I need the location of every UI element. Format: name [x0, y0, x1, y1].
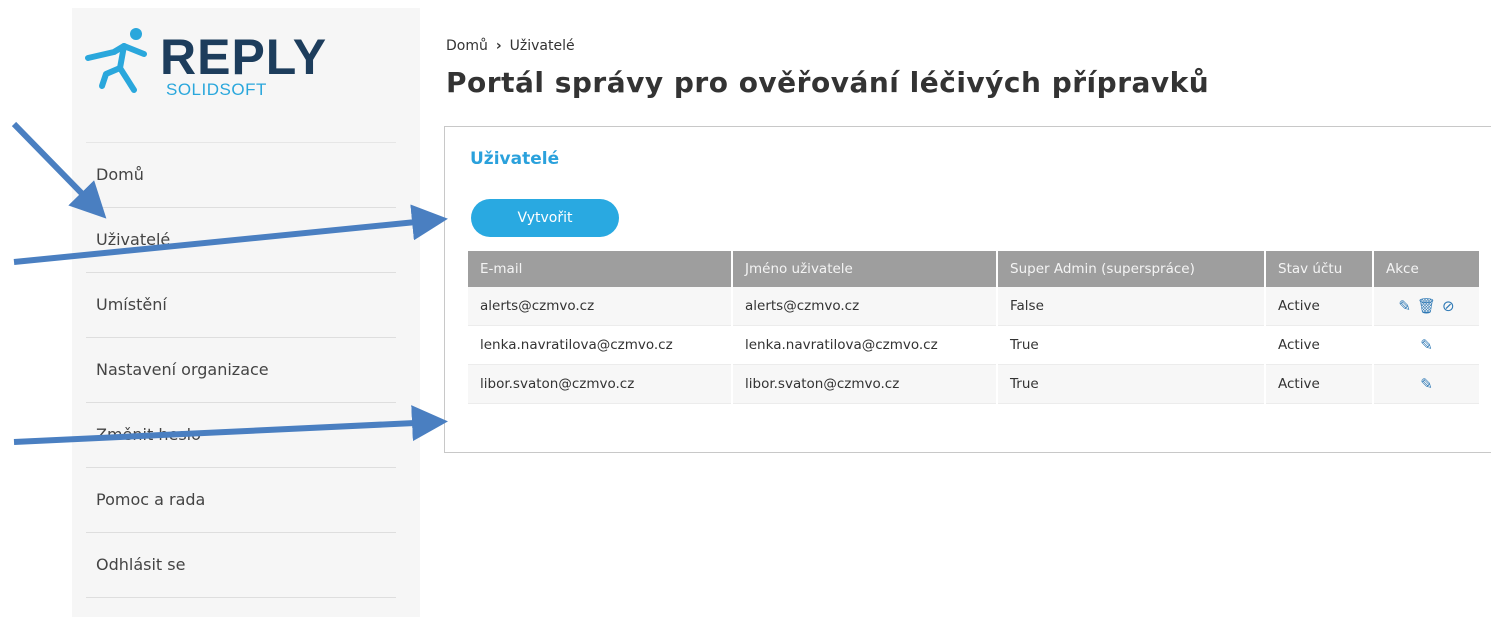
table-row: alerts@czmvo.cz alerts@czmvo.cz False Ac…	[468, 287, 1479, 326]
cell-super-admin: True	[998, 326, 1264, 365]
logo-name: REPLY	[160, 29, 328, 85]
cell-super-admin: False	[998, 287, 1264, 326]
reply-solidsoft-logo[interactable]: REPLY SOLIDSOFT	[84, 24, 326, 114]
cell-actions: ✎	[1374, 326, 1479, 365]
column-header-username[interactable]: Jméno uživatele	[733, 251, 996, 287]
sidebar-item-change-password[interactable]: Změnit heslo	[86, 403, 396, 468]
sidebar-item-users[interactable]: Uživatelé	[86, 208, 396, 273]
edit-icon[interactable]: ✎	[1420, 336, 1433, 354]
cell-username: lenka.navratilova@czmvo.cz	[733, 326, 996, 365]
cell-status: Active	[1266, 326, 1372, 365]
column-header-status[interactable]: Stav účtu	[1266, 251, 1372, 287]
column-header-super-admin[interactable]: Super Admin (superspráce)	[998, 251, 1264, 287]
column-header-actions: Akce	[1374, 251, 1479, 287]
logo-figure-icon	[85, 28, 147, 93]
cell-username: alerts@czmvo.cz	[733, 287, 996, 326]
edit-icon[interactable]: ✎	[1398, 297, 1411, 315]
create-user-button[interactable]: Vytvořit	[471, 199, 619, 237]
users-panel: Uživatelé Vytvořit E-mail Jméno uživatel…	[444, 126, 1491, 453]
disable-icon[interactable]: ⊘	[1442, 297, 1455, 315]
table-row: lenka.navratilova@czmvo.cz lenka.navrati…	[468, 326, 1479, 365]
cell-status: Active	[1266, 287, 1372, 326]
panel-title: Uživatelé	[470, 149, 560, 169]
cell-email: lenka.navratilova@czmvo.cz	[468, 326, 731, 365]
page-title: Portál správy pro ověřování léčivých pří…	[446, 66, 1210, 99]
table-row: libor.svaton@czmvo.cz libor.svaton@czmvo…	[468, 365, 1479, 404]
logo-subtitle: SOLIDSOFT	[166, 80, 267, 99]
cell-actions: ✎	[1374, 365, 1479, 404]
cell-email: libor.svaton@czmvo.cz	[468, 365, 731, 404]
sidebar-item-logout[interactable]: Odhlásit se	[86, 533, 396, 598]
cell-status: Active	[1266, 365, 1372, 404]
trash-icon[interactable]: 🗑	[1417, 297, 1436, 315]
breadcrumb-separator: ›	[495, 38, 502, 54]
sidebar-item-help[interactable]: Pomoc a rada	[86, 468, 396, 533]
breadcrumb-current: Uživatelé	[509, 38, 575, 54]
cell-super-admin: True	[998, 365, 1264, 404]
edit-icon[interactable]: ✎	[1420, 375, 1433, 393]
cell-email: alerts@czmvo.cz	[468, 287, 731, 326]
sidebar-nav: Domů Uživatelé Umístění Nastavení organi…	[86, 142, 396, 598]
cell-username: libor.svaton@czmvo.cz	[733, 365, 996, 404]
users-table: E-mail Jméno uživatele Super Admin (supe…	[466, 251, 1481, 404]
breadcrumb-home[interactable]: Domů	[446, 38, 488, 54]
cell-actions: ✎ 🗑 ⊘	[1374, 287, 1479, 326]
sidebar: REPLY SOLIDSOFT Domů Uživatelé Umístění …	[72, 8, 420, 617]
sidebar-item-locations[interactable]: Umístění	[86, 273, 396, 338]
table-header-row: E-mail Jméno uživatele Super Admin (supe…	[468, 251, 1479, 287]
sidebar-item-home[interactable]: Domů	[86, 142, 396, 208]
breadcrumb: Domů › Uživatelé	[446, 38, 575, 54]
column-header-email[interactable]: E-mail	[468, 251, 731, 287]
sidebar-item-organization-settings[interactable]: Nastavení organizace	[86, 338, 396, 403]
